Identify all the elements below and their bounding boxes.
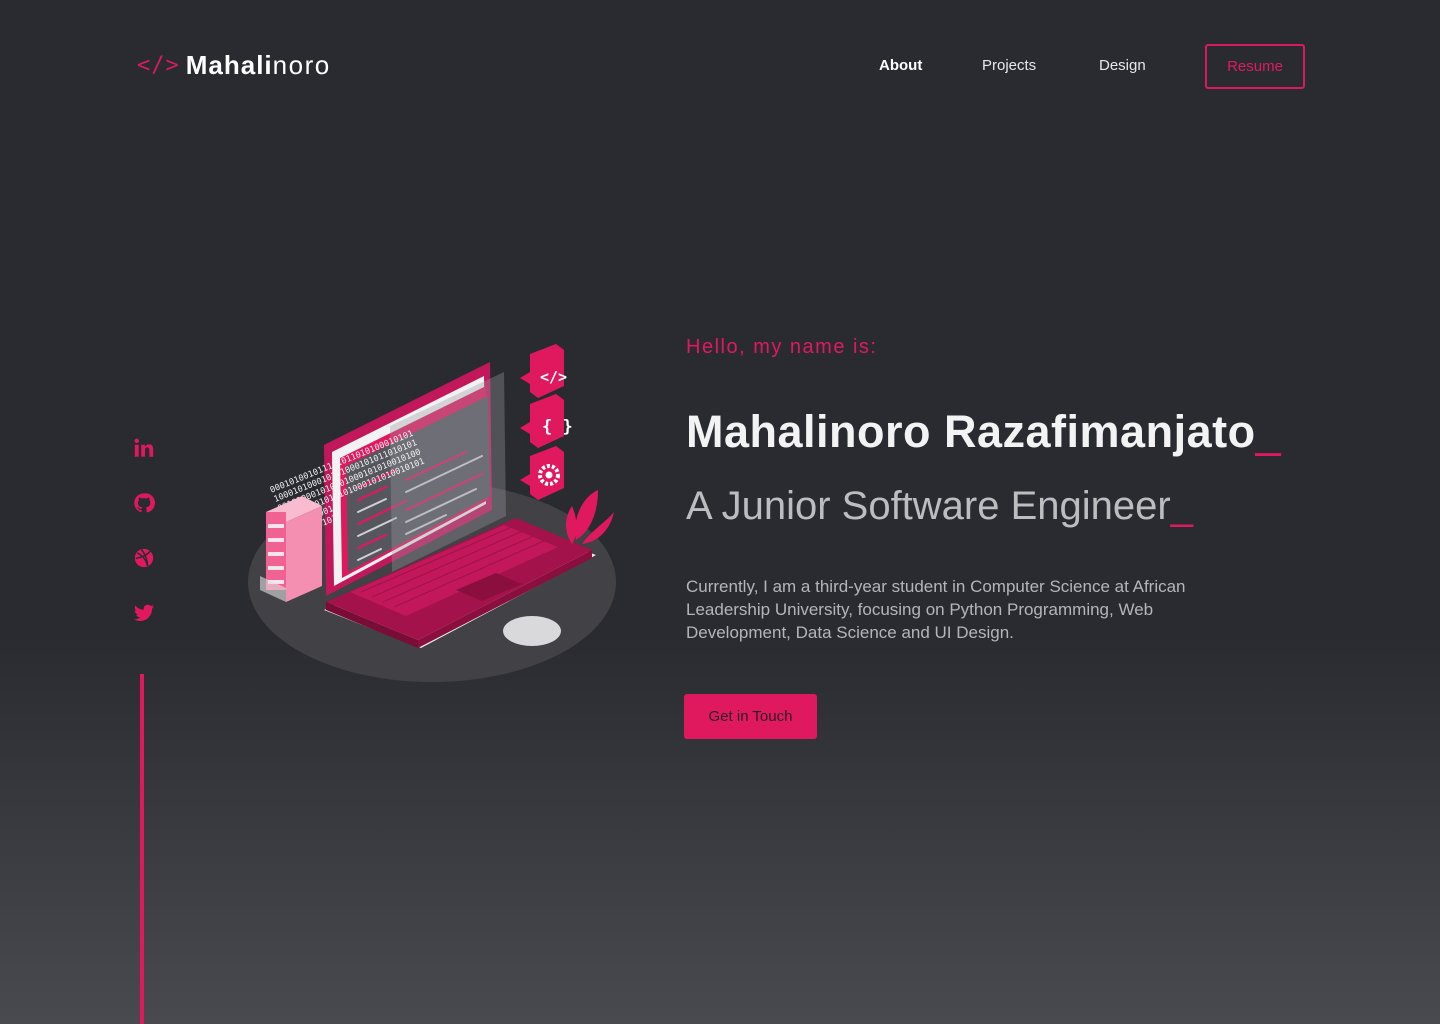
laptop-illustration: 000101001011101011010100010101 100010100…	[248, 344, 616, 682]
gear-icon	[520, 446, 564, 500]
github-icon[interactable]	[133, 492, 155, 514]
hero-greeting: Hello, my name is:	[686, 336, 878, 358]
resume-button[interactable]: Resume	[1205, 44, 1305, 89]
nav-link-about[interactable]: About	[879, 57, 922, 74]
typing-cursor: _	[1255, 406, 1282, 457]
typing-cursor: _	[1170, 484, 1193, 528]
nav-link-projects[interactable]: Projects	[982, 57, 1036, 74]
twitter-icon[interactable]	[133, 602, 155, 624]
svg-text:{ }: { }	[542, 417, 573, 437]
social-vertical-line	[140, 674, 144, 1024]
nav-link-design[interactable]: Design	[1099, 57, 1146, 74]
hero-role-text: A Junior Software Engineer	[686, 484, 1171, 528]
main-nav: About Projects Design Resume	[0, 44, 1440, 89]
hero-name-text: Mahalinoro Razafimanjato	[686, 406, 1256, 457]
hero-role: A Junior Software Engineer_	[686, 484, 1193, 529]
hero-name: Mahalinoro Razafimanjato_	[686, 406, 1281, 458]
linkedin-icon[interactable]	[133, 437, 155, 459]
hero-bio: Currently, I am a third-year student in …	[686, 577, 1186, 642]
braces-icon: { }	[520, 394, 573, 448]
code-icon: </>	[520, 344, 567, 398]
svg-text:</>: </>	[540, 368, 567, 386]
get-in-touch-button[interactable]: Get in Touch	[684, 694, 817, 739]
dribbble-icon[interactable]	[133, 547, 155, 569]
